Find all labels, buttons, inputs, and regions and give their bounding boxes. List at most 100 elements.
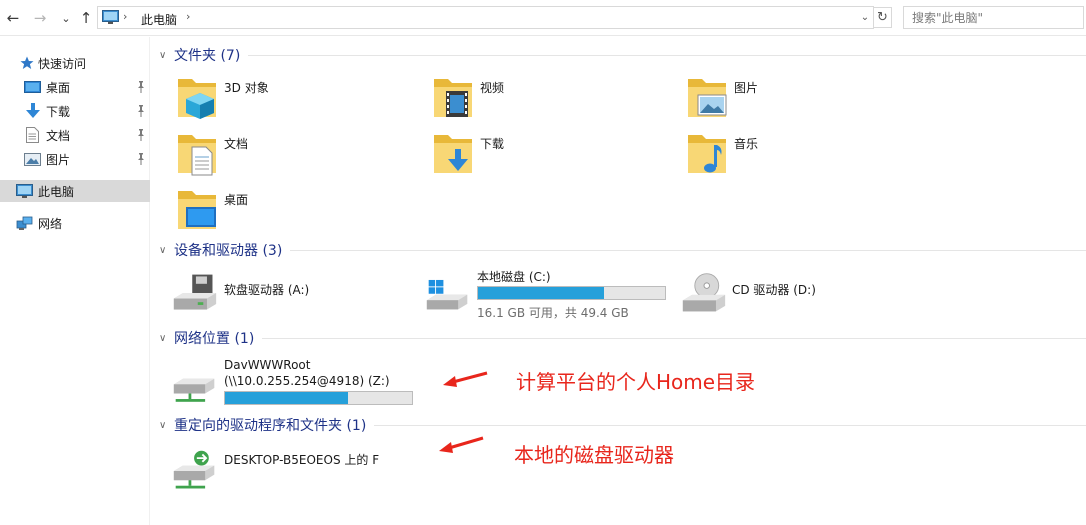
drive-tile-local-c[interactable]: 本地磁盘 (C:) 16.1 GB 可用，共 49.4 GB	[425, 267, 675, 320]
folder-label: 文档	[224, 137, 249, 151]
drive-free-space: 16.1 GB 可用，共 49.4 GB	[477, 306, 629, 320]
redirected-drive-tile[interactable]: DESKTOP-B5EOEOS 上的 F	[172, 443, 432, 499]
pin-icon[interactable]	[136, 81, 146, 93]
folder-tile-videos[interactable]: 视频	[432, 73, 672, 123]
computer-icon	[102, 10, 119, 24]
group-title: 文件夹 (7)	[174, 48, 241, 64]
downloads-icon	[434, 135, 472, 173]
divider	[290, 249, 1086, 251]
navigation-pane: 快速访问 桌面 下载 文档 图片 此电脑 网络	[0, 37, 150, 525]
folder-label: 音乐	[734, 137, 759, 151]
annotation-local-text: 本地的磁盘驱动器	[514, 443, 674, 467]
address-bar[interactable]: › 此电脑 ›	[97, 6, 874, 29]
breadcrumb-separator[interactable]: ›	[123, 10, 127, 23]
desktop-icon	[24, 79, 41, 95]
folder-label: 下载	[480, 137, 505, 151]
group-header-network-locations[interactable]: ∨ 网络位置 (1)	[159, 328, 1086, 348]
drive-label: CD 驱动器 (D:)	[732, 283, 816, 297]
folder-label: 3D 对象	[224, 81, 269, 95]
drive-capacity-bar	[224, 391, 413, 405]
documents-icon	[24, 127, 41, 143]
search-box[interactable]	[903, 6, 1084, 29]
group-title: 重定向的驱动程序和文件夹 (1)	[174, 418, 367, 434]
sidebar-item-pictures[interactable]: 图片	[0, 148, 150, 170]
redirected-drive-icon	[173, 450, 215, 489]
local-disk-icon	[426, 279, 468, 310]
network-drive-name: DavWWWRoot	[224, 358, 311, 372]
back-button[interactable]: ←	[3, 8, 23, 28]
group-title: 设备和驱动器 (3)	[174, 243, 283, 259]
folder-label: 视频	[480, 81, 505, 95]
sidebar-item-label: 下载	[46, 104, 71, 119]
cd-drive-icon	[682, 273, 726, 312]
folder-tile-music[interactable]: 音乐	[686, 129, 926, 179]
folder-tile-desktop[interactable]: 桌面	[176, 185, 416, 235]
sidebar-item-this-pc[interactable]: 此电脑	[0, 180, 150, 202]
search-input[interactable]	[904, 7, 1083, 28]
folder-label: 图片	[734, 81, 759, 95]
chevron-down-icon[interactable]: ∨	[159, 245, 173, 256]
capacity-fill	[478, 287, 605, 299]
drive-capacity-bar	[477, 286, 666, 300]
breadcrumb-separator[interactable]: ›	[186, 10, 190, 23]
group-header-redirected[interactable]: ∨ 重定向的驱动程序和文件夹 (1)	[159, 415, 1086, 435]
videos-icon	[434, 79, 472, 117]
divider	[248, 54, 1086, 56]
pin-icon[interactable]	[136, 153, 146, 165]
3d-objects-icon	[178, 79, 216, 119]
group-header-folders[interactable]: ∨ 文件夹 (7)	[159, 45, 1086, 65]
drive-label: 本地磁盘 (C:)	[477, 270, 551, 284]
desktop-icon	[178, 191, 216, 229]
sidebar-item-documents[interactable]: 文档	[0, 124, 150, 146]
network-icon	[16, 215, 33, 231]
network-drive-tile[interactable]: DavWWWRoot (\\10.0.255.254@4918) (Z:)	[172, 356, 452, 412]
pin-icon[interactable]	[136, 105, 146, 117]
group-header-devices[interactable]: ∨ 设备和驱动器 (3)	[159, 240, 1086, 260]
sidebar-item-label: 此电脑	[38, 184, 75, 199]
forward-button[interactable]: →	[30, 8, 50, 28]
folder-tile-downloads[interactable]: 下载	[432, 129, 672, 179]
folder-label: 桌面	[224, 193, 249, 207]
sidebar-item-label: 图片	[46, 152, 71, 167]
documents-icon	[178, 135, 216, 176]
folder-tile-pictures[interactable]: 图片	[686, 73, 926, 123]
pictures-icon	[688, 79, 727, 117]
folder-tile-documents[interactable]: 文档	[176, 129, 416, 179]
chevron-down-icon[interactable]: ∨	[159, 420, 173, 431]
sidebar-item-label: 网络	[38, 216, 63, 231]
pin-icon[interactable]	[136, 129, 146, 141]
up-button[interactable]: ↑	[76, 8, 96, 28]
breadcrumb-this-pc[interactable]: 此电脑	[141, 11, 177, 28]
navigation-bar: ← → ⌄ ↑ › 此电脑 › ⌄ ↻	[0, 0, 1086, 36]
capacity-fill	[225, 392, 349, 404]
sidebar-item-downloads[interactable]: 下载	[0, 100, 150, 122]
address-dropdown-button[interactable]: ⌄	[858, 7, 872, 27]
chevron-down-icon[interactable]: ∨	[159, 333, 173, 344]
pictures-icon	[24, 151, 41, 167]
star-icon	[18, 55, 35, 71]
sidebar-item-desktop[interactable]: 桌面	[0, 76, 150, 98]
sidebar-item-quick-access[interactable]: 快速访问	[0, 52, 150, 74]
chevron-down-icon[interactable]: ∨	[159, 50, 173, 61]
drive-label: 软盘驱动器 (A:)	[224, 283, 310, 297]
sidebar-item-label: 桌面	[46, 80, 71, 95]
network-drive-icon	[173, 378, 215, 402]
annotation-home-text: 计算平台的个人Home目录	[516, 370, 756, 394]
network-drive-path: (\\10.0.255.254@4918) (Z:)	[224, 374, 390, 388]
recent-locations-button[interactable]: ⌄	[56, 8, 76, 28]
refresh-button[interactable]: ↻	[874, 7, 892, 28]
computer-icon	[16, 183, 33, 199]
sidebar-item-label: 快速访问	[38, 56, 87, 71]
download-icon	[24, 103, 41, 119]
drive-tile-floppy[interactable]: 软盘驱动器 (A:)	[172, 269, 412, 319]
group-title: 网络位置 (1)	[174, 331, 255, 347]
content-pane: ∨ 文件夹 (7) 3D 对象 视频 图片 文档 下载 音乐 桌面 ∨ 设备和驱…	[151, 37, 1086, 525]
sidebar-item-network[interactable]: 网络	[0, 212, 150, 234]
divider	[262, 337, 1086, 339]
drive-tile-cd[interactable]: CD 驱动器 (D:)	[681, 269, 921, 319]
folder-tile-3d-objects[interactable]: 3D 对象	[176, 73, 416, 123]
divider	[374, 424, 1086, 426]
music-icon	[688, 135, 726, 173]
redirected-drive-label: DESKTOP-B5EOEOS 上的 F	[224, 453, 380, 467]
annotation-arrow-home	[443, 371, 488, 387]
